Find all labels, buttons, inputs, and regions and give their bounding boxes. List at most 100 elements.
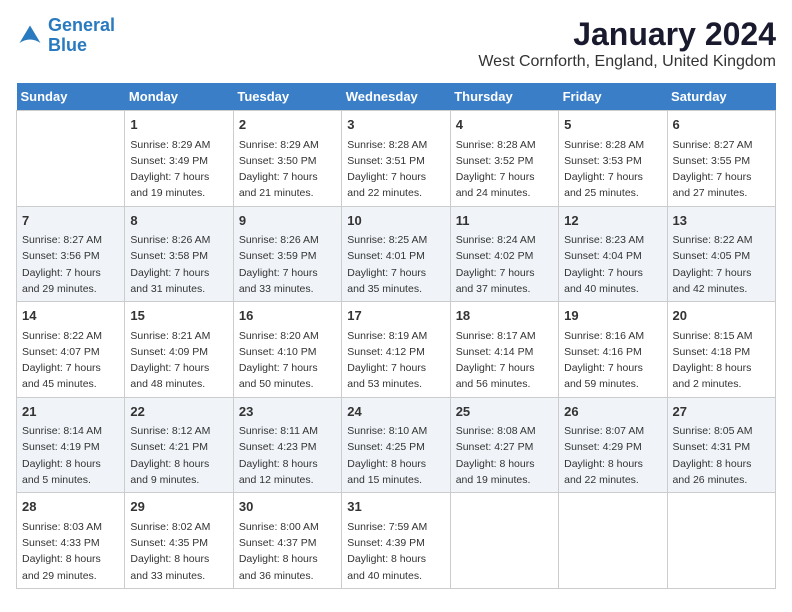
calendar-cell: 11Sunrise: 8:24 AMSunset: 4:02 PMDayligh… bbox=[450, 206, 558, 302]
calendar-cell: 21Sunrise: 8:14 AMSunset: 4:19 PMDayligh… bbox=[17, 397, 125, 493]
week-row-1: 1Sunrise: 8:29 AMSunset: 3:49 PMDaylight… bbox=[17, 111, 776, 207]
day-info: Sunrise: 8:29 AMSunset: 3:50 PMDaylight:… bbox=[239, 137, 336, 202]
month-title: January 2024 bbox=[478, 16, 776, 53]
day-info: Sunrise: 8:03 AMSunset: 4:33 PMDaylight:… bbox=[22, 519, 119, 584]
day-info: Sunrise: 8:17 AMSunset: 4:14 PMDaylight:… bbox=[456, 328, 553, 393]
week-row-3: 14Sunrise: 8:22 AMSunset: 4:07 PMDayligh… bbox=[17, 302, 776, 398]
calendar-cell: 30Sunrise: 8:00 AMSunset: 4:37 PMDayligh… bbox=[233, 493, 341, 589]
calendar-cell: 28Sunrise: 8:03 AMSunset: 4:33 PMDayligh… bbox=[17, 493, 125, 589]
calendar-cell: 18Sunrise: 8:17 AMSunset: 4:14 PMDayligh… bbox=[450, 302, 558, 398]
day-number: 13 bbox=[673, 211, 770, 231]
day-number: 11 bbox=[456, 211, 553, 231]
calendar-cell: 23Sunrise: 8:11 AMSunset: 4:23 PMDayligh… bbox=[233, 397, 341, 493]
location-title: West Cornforth, England, United Kingdom bbox=[478, 53, 776, 71]
day-number: 12 bbox=[564, 211, 661, 231]
calendar-cell: 31Sunrise: 7:59 AMSunset: 4:39 PMDayligh… bbox=[342, 493, 450, 589]
calendar-cell: 20Sunrise: 8:15 AMSunset: 4:18 PMDayligh… bbox=[667, 302, 775, 398]
calendar-cell: 19Sunrise: 8:16 AMSunset: 4:16 PMDayligh… bbox=[559, 302, 667, 398]
calendar-cell: 26Sunrise: 8:07 AMSunset: 4:29 PMDayligh… bbox=[559, 397, 667, 493]
day-info: Sunrise: 8:15 AMSunset: 4:18 PMDaylight:… bbox=[673, 328, 770, 393]
calendar-cell: 2Sunrise: 8:29 AMSunset: 3:50 PMDaylight… bbox=[233, 111, 341, 207]
day-info: Sunrise: 8:25 AMSunset: 4:01 PMDaylight:… bbox=[347, 232, 444, 297]
day-number: 5 bbox=[564, 115, 661, 135]
day-info: Sunrise: 8:19 AMSunset: 4:12 PMDaylight:… bbox=[347, 328, 444, 393]
header-day-friday: Friday bbox=[559, 83, 667, 111]
calendar-cell bbox=[559, 493, 667, 589]
day-number: 17 bbox=[347, 306, 444, 326]
day-info: Sunrise: 8:21 AMSunset: 4:09 PMDaylight:… bbox=[130, 328, 227, 393]
calendar-cell: 14Sunrise: 8:22 AMSunset: 4:07 PMDayligh… bbox=[17, 302, 125, 398]
calendar-cell: 4Sunrise: 8:28 AMSunset: 3:52 PMDaylight… bbox=[450, 111, 558, 207]
day-info: Sunrise: 8:27 AMSunset: 3:56 PMDaylight:… bbox=[22, 232, 119, 297]
header-day-thursday: Thursday bbox=[450, 83, 558, 111]
calendar-cell: 12Sunrise: 8:23 AMSunset: 4:04 PMDayligh… bbox=[559, 206, 667, 302]
day-number: 21 bbox=[22, 402, 119, 422]
week-row-2: 7Sunrise: 8:27 AMSunset: 3:56 PMDaylight… bbox=[17, 206, 776, 302]
header: General Blue January 2024 West Cornforth… bbox=[16, 16, 776, 71]
day-info: Sunrise: 8:11 AMSunset: 4:23 PMDaylight:… bbox=[239, 423, 336, 488]
calendar-cell: 24Sunrise: 8:10 AMSunset: 4:25 PMDayligh… bbox=[342, 397, 450, 493]
day-number: 2 bbox=[239, 115, 336, 135]
calendar-cell: 6Sunrise: 8:27 AMSunset: 3:55 PMDaylight… bbox=[667, 111, 775, 207]
title-block: January 2024 West Cornforth, England, Un… bbox=[478, 16, 776, 71]
calendar-cell: 15Sunrise: 8:21 AMSunset: 4:09 PMDayligh… bbox=[125, 302, 233, 398]
day-number: 24 bbox=[347, 402, 444, 422]
calendar-cell: 10Sunrise: 8:25 AMSunset: 4:01 PMDayligh… bbox=[342, 206, 450, 302]
day-number: 23 bbox=[239, 402, 336, 422]
day-info: Sunrise: 8:10 AMSunset: 4:25 PMDaylight:… bbox=[347, 423, 444, 488]
day-info: Sunrise: 8:28 AMSunset: 3:51 PMDaylight:… bbox=[347, 137, 444, 202]
day-number: 25 bbox=[456, 402, 553, 422]
calendar-table: SundayMondayTuesdayWednesdayThursdayFrid… bbox=[16, 83, 776, 589]
day-number: 4 bbox=[456, 115, 553, 135]
day-number: 15 bbox=[130, 306, 227, 326]
calendar-cell: 25Sunrise: 8:08 AMSunset: 4:27 PMDayligh… bbox=[450, 397, 558, 493]
calendar-cell bbox=[17, 111, 125, 207]
day-number: 1 bbox=[130, 115, 227, 135]
header-day-monday: Monday bbox=[125, 83, 233, 111]
day-info: Sunrise: 8:26 AMSunset: 3:59 PMDaylight:… bbox=[239, 232, 336, 297]
day-info: Sunrise: 8:00 AMSunset: 4:37 PMDaylight:… bbox=[239, 519, 336, 584]
calendar-cell bbox=[450, 493, 558, 589]
week-row-5: 28Sunrise: 8:03 AMSunset: 4:33 PMDayligh… bbox=[17, 493, 776, 589]
day-info: Sunrise: 8:14 AMSunset: 4:19 PMDaylight:… bbox=[22, 423, 119, 488]
calendar-cell: 7Sunrise: 8:27 AMSunset: 3:56 PMDaylight… bbox=[17, 206, 125, 302]
day-info: Sunrise: 8:23 AMSunset: 4:04 PMDaylight:… bbox=[564, 232, 661, 297]
day-info: Sunrise: 7:59 AMSunset: 4:39 PMDaylight:… bbox=[347, 519, 444, 584]
logo-icon bbox=[16, 22, 44, 50]
day-info: Sunrise: 8:26 AMSunset: 3:58 PMDaylight:… bbox=[130, 232, 227, 297]
logo-line2: Blue bbox=[48, 35, 87, 55]
day-number: 10 bbox=[347, 211, 444, 231]
day-info: Sunrise: 8:16 AMSunset: 4:16 PMDaylight:… bbox=[564, 328, 661, 393]
calendar-cell: 29Sunrise: 8:02 AMSunset: 4:35 PMDayligh… bbox=[125, 493, 233, 589]
day-number: 26 bbox=[564, 402, 661, 422]
logo: General Blue bbox=[16, 16, 115, 56]
day-number: 18 bbox=[456, 306, 553, 326]
day-number: 7 bbox=[22, 211, 119, 231]
day-number: 8 bbox=[130, 211, 227, 231]
day-number: 29 bbox=[130, 497, 227, 517]
header-day-sunday: Sunday bbox=[17, 83, 125, 111]
day-number: 31 bbox=[347, 497, 444, 517]
calendar-cell: 22Sunrise: 8:12 AMSunset: 4:21 PMDayligh… bbox=[125, 397, 233, 493]
logo-line1: General bbox=[48, 15, 115, 35]
day-info: Sunrise: 8:05 AMSunset: 4:31 PMDaylight:… bbox=[673, 423, 770, 488]
calendar-cell: 17Sunrise: 8:19 AMSunset: 4:12 PMDayligh… bbox=[342, 302, 450, 398]
day-info: Sunrise: 8:22 AMSunset: 4:05 PMDaylight:… bbox=[673, 232, 770, 297]
calendar-cell: 9Sunrise: 8:26 AMSunset: 3:59 PMDaylight… bbox=[233, 206, 341, 302]
day-number: 30 bbox=[239, 497, 336, 517]
day-info: Sunrise: 8:02 AMSunset: 4:35 PMDaylight:… bbox=[130, 519, 227, 584]
day-number: 3 bbox=[347, 115, 444, 135]
day-info: Sunrise: 8:28 AMSunset: 3:53 PMDaylight:… bbox=[564, 137, 661, 202]
calendar-cell bbox=[667, 493, 775, 589]
day-info: Sunrise: 8:12 AMSunset: 4:21 PMDaylight:… bbox=[130, 423, 227, 488]
calendar-cell: 3Sunrise: 8:28 AMSunset: 3:51 PMDaylight… bbox=[342, 111, 450, 207]
calendar-cell: 16Sunrise: 8:20 AMSunset: 4:10 PMDayligh… bbox=[233, 302, 341, 398]
day-number: 14 bbox=[22, 306, 119, 326]
day-info: Sunrise: 8:27 AMSunset: 3:55 PMDaylight:… bbox=[673, 137, 770, 202]
day-number: 6 bbox=[673, 115, 770, 135]
header-row: SundayMondayTuesdayWednesdayThursdayFrid… bbox=[17, 83, 776, 111]
calendar-cell: 27Sunrise: 8:05 AMSunset: 4:31 PMDayligh… bbox=[667, 397, 775, 493]
day-number: 16 bbox=[239, 306, 336, 326]
logo-text: General Blue bbox=[48, 16, 115, 56]
day-number: 28 bbox=[22, 497, 119, 517]
